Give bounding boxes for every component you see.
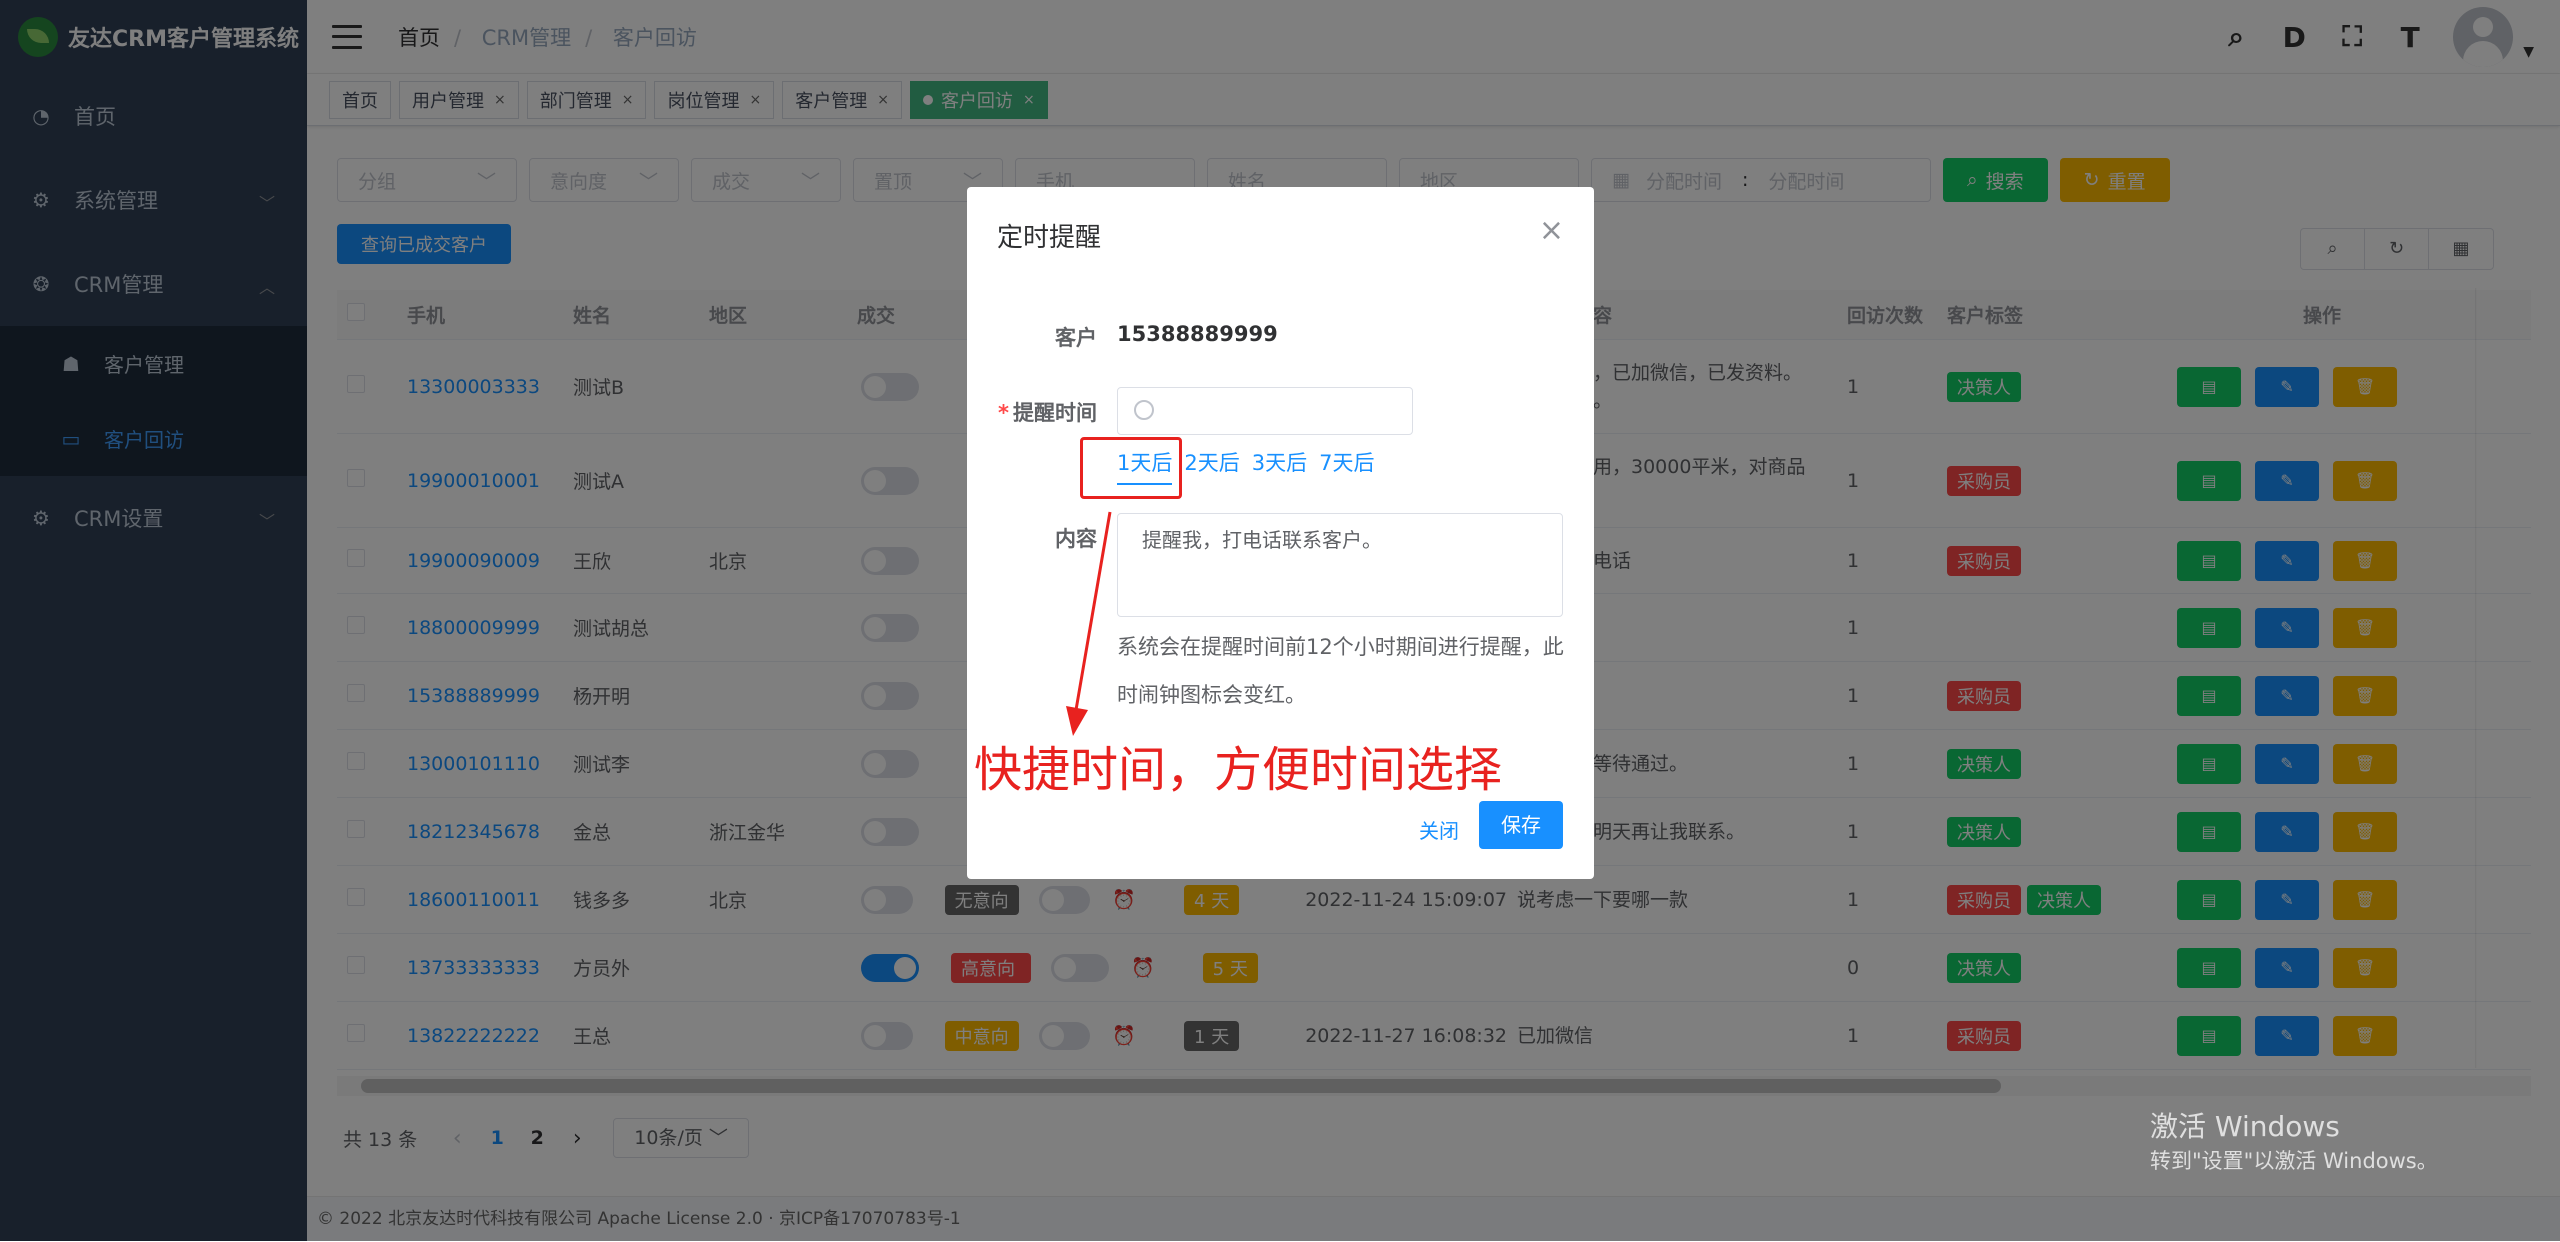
customer-value: 15388889999 (1117, 322, 1278, 346)
clock-icon (1134, 400, 1154, 420)
annotation-highlight-box (1080, 437, 1182, 499)
quick-7-days[interactable]: 7天后 (1319, 447, 1374, 485)
remind-time-picker[interactable] (1117, 387, 1413, 435)
customer-label: 客户 (1055, 326, 1097, 350)
windows-watermark-title: 激活 Windows (2150, 1110, 2340, 1143)
quick-2-days[interactable]: 2天后 (1184, 447, 1239, 485)
dialog-title: 定时提醒 (997, 223, 1102, 253)
windows-watermark-subtitle: 转到"设置"以激活 Windows。 (2150, 1149, 2438, 1173)
close-icon[interactable]: × (1539, 213, 1564, 248)
save-button[interactable]: 保存 (1479, 801, 1563, 849)
reminder-hint: 系统会在提醒时间前12个小时期间进行提醒，此时闹钟图标会变红。 (1117, 635, 1564, 707)
remind-time-label: * 提醒时间 (998, 401, 1097, 425)
quick-3-days[interactable]: 3天后 (1252, 447, 1307, 485)
content-textarea[interactable]: 提醒我，打电话联系客户。 (1117, 513, 1563, 617)
annotation-text: 快捷时间，方便时间选择 (974, 742, 1503, 798)
annotation-arrow-icon (1066, 511, 1112, 736)
close-button[interactable]: 关闭 (1419, 815, 1459, 844)
